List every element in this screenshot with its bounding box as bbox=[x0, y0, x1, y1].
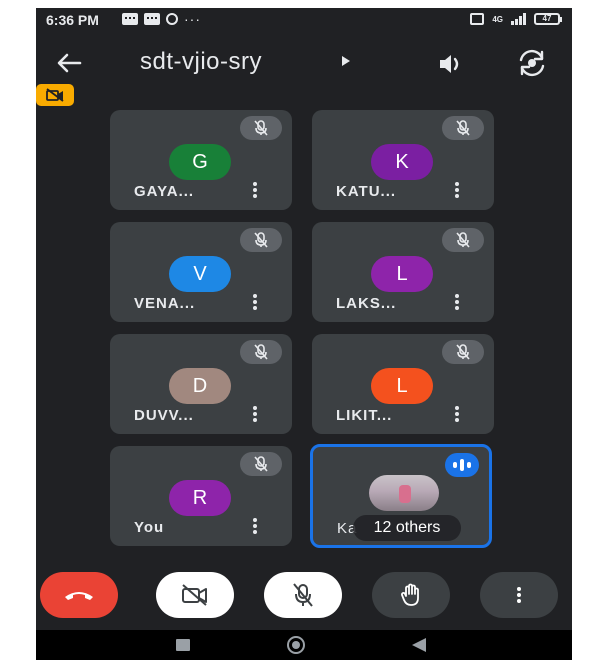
sim-icon bbox=[470, 13, 485, 25]
meeting-app-bar: sdt-vjio-sry bbox=[36, 42, 572, 86]
participant-tile[interactable]: G GAYA... bbox=[110, 110, 292, 210]
status-time: 6:36 PM bbox=[46, 12, 99, 28]
mic-muted-badge bbox=[442, 340, 484, 364]
mic-muted-badge bbox=[442, 228, 484, 252]
system-nav-bar bbox=[36, 630, 572, 660]
participant-name: VENA... bbox=[134, 295, 196, 312]
raise-hand-button[interactable] bbox=[372, 572, 450, 618]
participant-tile[interactable]: V VENA... bbox=[110, 222, 292, 322]
mic-off-icon bbox=[293, 583, 313, 607]
avatar: G bbox=[169, 144, 231, 180]
more-vert-icon[interactable] bbox=[252, 518, 258, 538]
notification-icons: ··· bbox=[122, 11, 201, 27]
more-vert-icon[interactable] bbox=[454, 406, 460, 426]
more-vert-icon bbox=[517, 587, 521, 603]
raise-hand-icon bbox=[401, 583, 419, 606]
end-call-button[interactable] bbox=[40, 572, 118, 618]
signal-icon bbox=[511, 13, 526, 25]
recording-off-icon bbox=[46, 88, 64, 102]
mic-off-icon bbox=[456, 120, 470, 136]
whatsapp-icon bbox=[166, 13, 178, 25]
avatar: L bbox=[371, 368, 433, 404]
switch-camera-icon[interactable] bbox=[516, 48, 548, 78]
more-vert-icon[interactable] bbox=[252, 406, 258, 426]
participant-tile[interactable]: K KATU... bbox=[312, 110, 494, 210]
avatar: R bbox=[169, 480, 231, 516]
participant-name: You bbox=[134, 519, 165, 536]
recording-badge[interactable] bbox=[36, 84, 74, 106]
speaker-icon[interactable] bbox=[436, 50, 466, 78]
meeting-code[interactable]: sdt-vjio-sry bbox=[140, 48, 262, 76]
mic-off-icon bbox=[254, 456, 268, 472]
more-vert-icon[interactable] bbox=[454, 294, 460, 314]
mic-off-icon bbox=[456, 344, 470, 360]
participant-name: KATU... bbox=[336, 183, 397, 200]
avatar: K bbox=[371, 144, 433, 180]
recents-icon[interactable] bbox=[176, 639, 190, 651]
participant-tile[interactable]: L LIKIT... bbox=[312, 334, 494, 434]
battery-icon: 47 bbox=[534, 13, 562, 25]
message-icon bbox=[122, 13, 138, 25]
participant-tile[interactable]: R You bbox=[110, 446, 292, 546]
camera-off-icon bbox=[182, 584, 207, 606]
mic-toggle-button[interactable] bbox=[264, 572, 342, 618]
mic-off-icon bbox=[254, 120, 268, 136]
participant-name: DUVV... bbox=[134, 407, 194, 424]
avatar: V bbox=[169, 256, 231, 292]
mic-off-icon bbox=[254, 232, 268, 248]
mic-muted-badge bbox=[240, 116, 282, 140]
message-icon-2 bbox=[144, 13, 160, 25]
mic-muted-badge bbox=[240, 228, 282, 252]
avatar: L bbox=[371, 256, 433, 292]
mic-muted-badge bbox=[240, 340, 282, 364]
camera-toggle-button[interactable] bbox=[156, 572, 234, 618]
end-call-icon bbox=[65, 592, 93, 600]
participant-tile[interactable]: D DUVV... bbox=[110, 334, 292, 434]
back-arrow-icon[interactable] bbox=[54, 48, 84, 78]
participant-tile[interactable]: L LAKS... bbox=[312, 222, 494, 322]
phone-screen: 6:36 PM ··· 4G 47 sdt-vjio-sry G GAYA...… bbox=[36, 8, 572, 660]
more-vert-icon[interactable] bbox=[252, 294, 258, 314]
play-caret-icon[interactable] bbox=[342, 56, 350, 66]
mic-muted-badge bbox=[240, 452, 282, 476]
participant-name: LIKIT... bbox=[336, 407, 393, 424]
status-bar: 6:36 PM ··· 4G 47 bbox=[36, 8, 572, 32]
audio-levels-icon bbox=[445, 453, 479, 477]
participant-name: LAKS... bbox=[336, 295, 397, 312]
mic-muted-badge bbox=[442, 116, 484, 140]
avatar: D bbox=[169, 368, 231, 404]
home-icon[interactable] bbox=[287, 636, 305, 654]
more-vert-icon[interactable] bbox=[252, 182, 258, 202]
participant-name: GAYA... bbox=[134, 183, 195, 200]
mic-off-icon bbox=[456, 232, 470, 248]
others-count-label[interactable]: 12 others bbox=[353, 515, 461, 541]
others-tile[interactable]: Ka 12 others bbox=[310, 444, 492, 548]
more-options-button[interactable] bbox=[480, 572, 558, 618]
nav-back-icon[interactable] bbox=[412, 638, 426, 652]
participant-thumbnail bbox=[369, 475, 439, 511]
more-notifications-icon: ··· bbox=[184, 11, 201, 27]
mic-off-icon bbox=[254, 344, 268, 360]
network-type: 4G bbox=[492, 14, 503, 24]
more-vert-icon[interactable] bbox=[454, 182, 460, 202]
battery-level: 47 bbox=[534, 13, 560, 25]
system-icons: 4G 47 bbox=[470, 13, 562, 25]
